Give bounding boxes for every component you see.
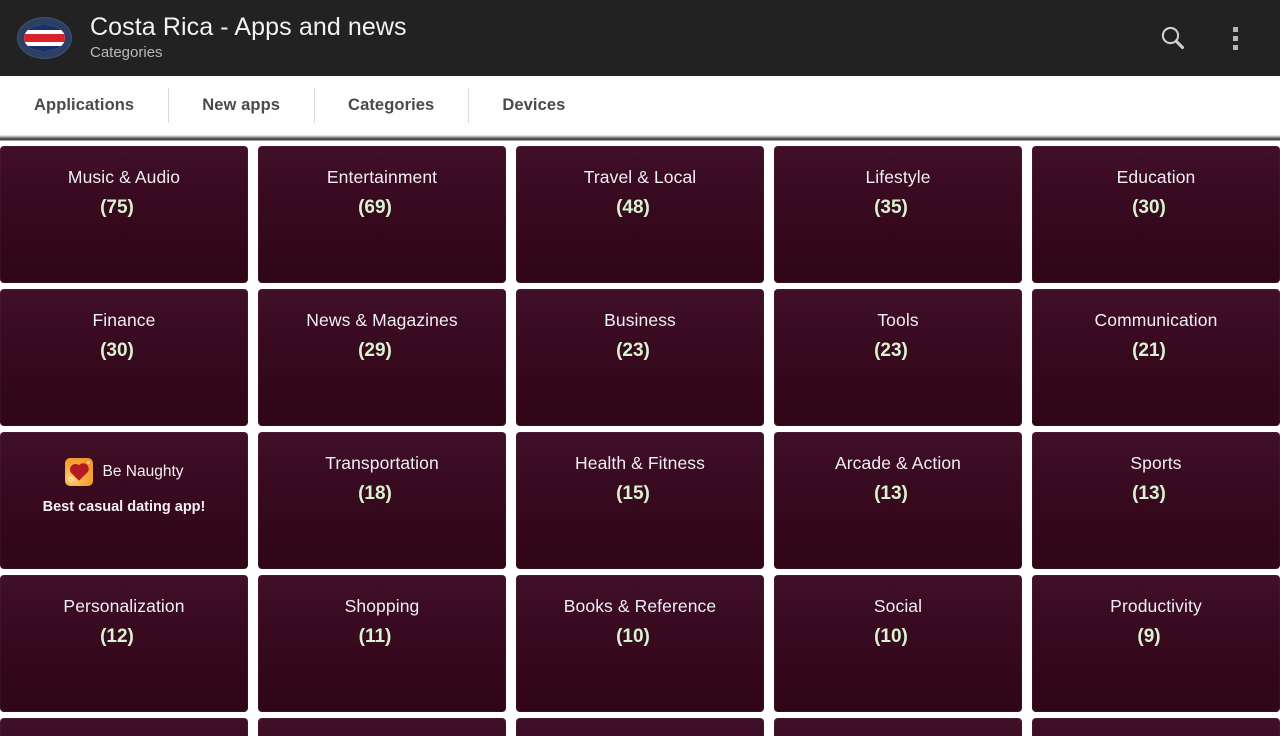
category-card[interactable]: Personalization (12) (0, 575, 248, 712)
category-card[interactable]: Communication (21) (1032, 289, 1280, 426)
category-card[interactable]: Entertainment (69) (258, 146, 506, 283)
overflow-menu-icon (1232, 26, 1238, 50)
category-title: Entertainment (326, 167, 438, 187)
page-subtitle: Categories (90, 44, 163, 61)
category-title: Transportation (325, 453, 439, 473)
category-count: (30) (100, 340, 134, 361)
category-card[interactable]: Travel & Local (48) (516, 146, 764, 283)
category-title: Arcade & Action (834, 453, 962, 473)
category-count: (11) (358, 626, 392, 647)
category-count: (21) (1132, 340, 1166, 361)
category-card[interactable]: Business (23) (516, 289, 764, 426)
action-bar: Costa Rica - Apps and news Categories (0, 0, 1280, 76)
category-card[interactable] (1032, 718, 1280, 736)
category-card[interactable]: Education (30) (1032, 146, 1280, 283)
category-count: (48) (616, 197, 650, 218)
category-title: Travel & Local (583, 167, 697, 187)
category-title: Finance (92, 310, 156, 330)
category-title: Education (1116, 167, 1196, 187)
category-count: (29) (358, 340, 392, 361)
category-count: (10) (616, 626, 650, 647)
category-title: Shopping (344, 596, 420, 616)
category-title: Books & Reference (563, 596, 717, 616)
category-title: Social (873, 596, 923, 616)
costa-rica-flag-icon[interactable] (14, 15, 74, 61)
category-title: Personalization (63, 596, 185, 616)
category-count: (30) (1132, 197, 1166, 218)
tab-label: Devices (502, 96, 566, 114)
category-card[interactable]: Shopping (11) (258, 575, 506, 712)
category-card[interactable]: Arcade & Action (13) (774, 432, 1022, 569)
category-title: Sports (1130, 453, 1182, 473)
ad-tagline: Best casual dating app! (42, 499, 206, 515)
category-count: (23) (874, 340, 908, 361)
header-titles: Costa Rica - Apps and news Categories (90, 13, 407, 63)
category-count: (75) (100, 197, 134, 218)
overflow-menu-button[interactable] (1204, 0, 1266, 76)
search-icon (1161, 26, 1185, 50)
category-count: (18) (358, 483, 392, 504)
category-count: (12) (100, 626, 134, 647)
category-title: Tools (877, 310, 919, 330)
category-title: Business (604, 310, 676, 330)
tab-new-apps[interactable]: New apps (168, 76, 314, 135)
tab-categories[interactable]: Categories (314, 76, 468, 135)
tab-applications[interactable]: Applications (0, 76, 168, 135)
category-card[interactable]: News & Magazines (29) (258, 289, 506, 426)
ad-header: Be Naughty (0, 458, 248, 486)
category-card[interactable]: Social (10) (774, 575, 1022, 712)
flag-stripes (24, 25, 65, 51)
category-count: (35) (874, 197, 908, 218)
category-card[interactable]: Sports (13) (1032, 432, 1280, 569)
ad-card[interactable]: Be Naughty Best casual dating app! (0, 432, 248, 569)
search-button[interactable] (1142, 0, 1204, 76)
category-card[interactable]: Music & Audio (75) (0, 146, 248, 283)
category-count: (15) (616, 483, 650, 504)
tab-label: Applications (34, 96, 135, 114)
category-title: Music & Audio (67, 167, 181, 187)
category-title: Lifestyle (865, 167, 931, 187)
category-card[interactable]: Finance (30) (0, 289, 248, 426)
category-card[interactable]: Books & Reference (10) (516, 575, 764, 712)
category-count: (13) (874, 483, 908, 504)
tab-bar: Applications New apps Categories Devices (0, 76, 1280, 136)
category-count: (10) (874, 626, 908, 647)
tab-label: Categories (348, 96, 435, 114)
category-grid-scroll[interactable]: Music & Audio (75) Entertainment (69) Travel… (0, 142, 1280, 736)
category-grid: Music & Audio (75) Entertainment (69) Travel… (0, 146, 1280, 736)
category-card[interactable] (774, 718, 1022, 736)
category-count: (69) (358, 197, 392, 218)
category-card[interactable] (258, 718, 506, 736)
category-card[interactable]: Tools (23) (774, 289, 1022, 426)
category-title: Health & Fitness (575, 453, 705, 473)
category-count: (9) (1137, 626, 1161, 647)
category-card[interactable] (516, 718, 764, 736)
heart-app-icon (64, 458, 93, 486)
category-card[interactable]: Lifestyle (35) (774, 146, 1022, 283)
category-card[interactable] (0, 718, 248, 736)
category-title: News & Magazines (306, 310, 458, 330)
ad-app-name: Be Naughty (102, 463, 184, 480)
category-title: Productivity (1110, 596, 1202, 616)
flag-oval (17, 17, 72, 59)
category-card[interactable]: Productivity (9) (1032, 575, 1280, 712)
category-card[interactable]: Transportation (18) (258, 432, 506, 569)
tab-devices[interactable]: Devices (468, 76, 599, 135)
category-count: (23) (616, 340, 650, 361)
category-title: Communication (1094, 310, 1218, 330)
category-count: (13) (1132, 483, 1166, 504)
tab-label: New apps (202, 96, 281, 114)
page-title: Costa Rica - Apps and news (90, 13, 407, 41)
category-card[interactable]: Health & Fitness (15) (516, 432, 764, 569)
